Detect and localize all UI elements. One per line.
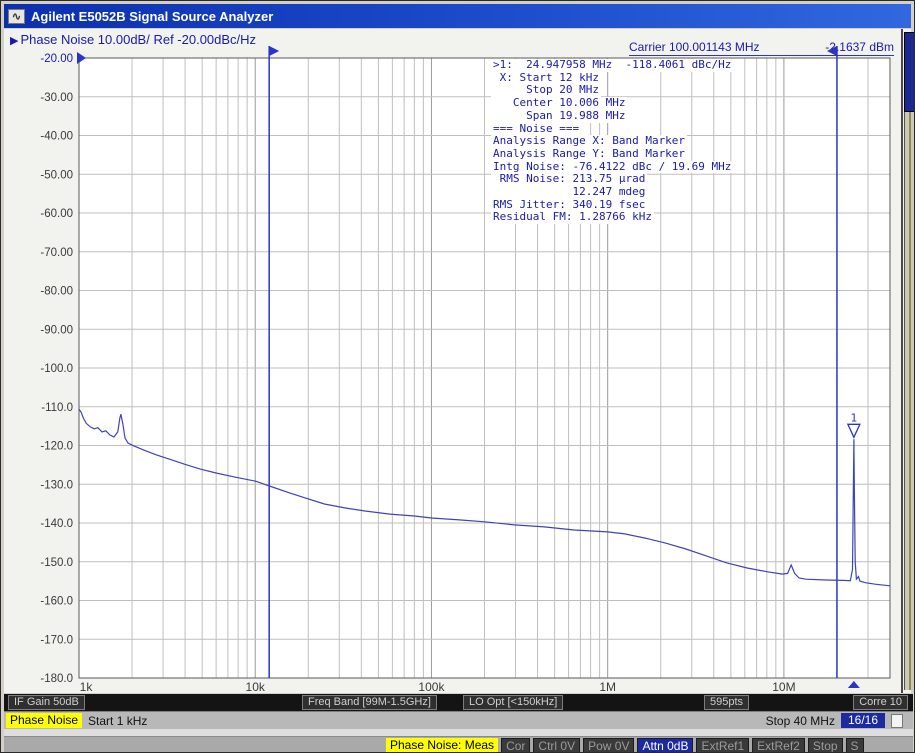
marker-info-line: 12.247 mdeg <box>491 186 647 199</box>
instrument-status-bar: Phase Noise: MeasCorCtrl 0VPow 0VAttn 0d… <box>4 736 913 753</box>
freq-band-field[interactable]: Freq Band [99M-1.5GHz] <box>302 695 437 710</box>
window-title: Agilent E5052B Signal Source Analyzer <box>31 9 273 24</box>
status-item-cor[interactable]: Cor <box>501 738 530 753</box>
y-axis-tick-label: -20.00 <box>40 53 73 65</box>
sweep-stop-group: Stop 40 MHz 16/16 <box>766 713 903 728</box>
separator-strip <box>4 729 913 736</box>
y-axis-tick-label: -130.0 <box>40 479 73 491</box>
sweep-stop-label: Stop 40 MHz <box>766 714 835 728</box>
y-axis-tick-label: -140.0 <box>40 518 73 530</box>
plot-right-border <box>901 29 903 693</box>
x-axis-tick-label: 100k <box>418 680 445 693</box>
marker-info-panel: >1: 24.947958 MHz -118.4061 dBc/Hz X: St… <box>491 59 733 224</box>
y-axis-tick-label: -110.0 <box>41 402 73 414</box>
y-axis-tick-label: -170.0 <box>40 634 73 646</box>
y-axis-tick-label: -50.00 <box>40 169 73 181</box>
status-item-phase-noise-meas[interactable]: Phase Noise: Meas <box>386 738 498 753</box>
marker1-label: 1 <box>851 411 858 424</box>
y-axis-tick-label: -60.00 <box>40 208 73 220</box>
y-axis-tick-label: -80.00 <box>40 286 73 298</box>
x-axis-tick-label: 1M <box>599 680 616 693</box>
status-item-pow-0v[interactable]: Pow 0V <box>583 738 634 753</box>
band-marker-stop-flag-icon[interactable] <box>827 46 837 56</box>
if-gain-field[interactable]: IF Gain 50dB <box>8 695 85 710</box>
title-bar: ∿ Agilent E5052B Signal Source Analyzer <box>4 4 911 28</box>
marker-info-line: >1: 24.947958 MHz -118.4061 dBc/Hz <box>491 59 733 72</box>
y-axis-tick-label: -150.0 <box>40 557 73 569</box>
lo-opt-field[interactable]: LO Opt [<150kHz] <box>463 695 563 710</box>
status-item-s[interactable]: S <box>846 738 864 753</box>
average-count-badge: 16/16 <box>841 713 885 728</box>
status-item-stop[interactable]: Stop <box>808 738 843 753</box>
y-axis-tick-label: -160.0 <box>40 596 73 608</box>
y-axis-tick-label: -40.00 <box>40 131 73 143</box>
x-axis-tick-label: 10M <box>772 680 795 693</box>
status-item-attn-0db[interactable]: Attn 0dB <box>637 738 693 753</box>
marker-info-line: Analysis Range Y: Band Marker <box>491 148 687 161</box>
measurement-toolbar: IF Gain 50dB Freq Band [99M-1.5GHz] LO O… <box>4 694 913 711</box>
softkey-panel-edge[interactable] <box>904 32 915 112</box>
app-icon[interactable]: ∿ <box>8 9 25 24</box>
x-axis-tick-label: 10k <box>246 680 266 693</box>
correlation-field[interactable]: Corre 10 <box>853 695 908 710</box>
sweep-start-label: Start 1 kHz <box>88 714 147 728</box>
phase-noise-plot: -20.00 -30.00 -40.00 -50.00 -60.00 -70.00 -80.… <box>4 29 915 693</box>
status-item-extref2[interactable]: ExtRef2 <box>752 738 805 753</box>
sweep-indicator-box <box>891 714 903 728</box>
window-edge-rail <box>904 112 915 690</box>
status-item-extref1[interactable]: ExtRef1 <box>696 738 749 753</box>
sweep-range-bar: Phase Noise Start 1 kHz Stop 40 MHz 16/1… <box>4 711 913 729</box>
marker1-axis-indicator-icon <box>848 681 860 688</box>
y-axis-tick-label: -70.00 <box>40 247 73 259</box>
y-axis-tick-label: -30.00 <box>40 92 73 104</box>
y-axis-tick-label: -180.0 <box>40 673 73 685</box>
measurement-area: ▶Phase Noise 10.00dB/ Ref -20.00dBc/Hz C… <box>4 29 911 693</box>
marker-info-line: Residual FM: 1.28766 kHz <box>491 211 654 224</box>
y-axis-tick-label: -90.00 <box>40 324 73 336</box>
status-item-ctrl-0v[interactable]: Ctrl 0V <box>533 738 580 753</box>
y-axis-tick-label: -100.0 <box>40 363 73 375</box>
marker-info-line: Span 19.988 MHz <box>491 110 627 123</box>
mode-badge[interactable]: Phase Noise <box>6 713 82 728</box>
y-axis-tick-label: -120.0 <box>40 441 73 453</box>
points-field[interactable]: 595pts <box>704 695 749 710</box>
marker-info-line: Center 10.006 MHz <box>491 97 627 110</box>
band-marker-start-flag-icon[interactable] <box>269 46 279 56</box>
x-axis-tick-label: 1k <box>80 680 94 693</box>
analyzer-window: ∿ Agilent E5052B Signal Source Analyzer … <box>0 0 915 753</box>
